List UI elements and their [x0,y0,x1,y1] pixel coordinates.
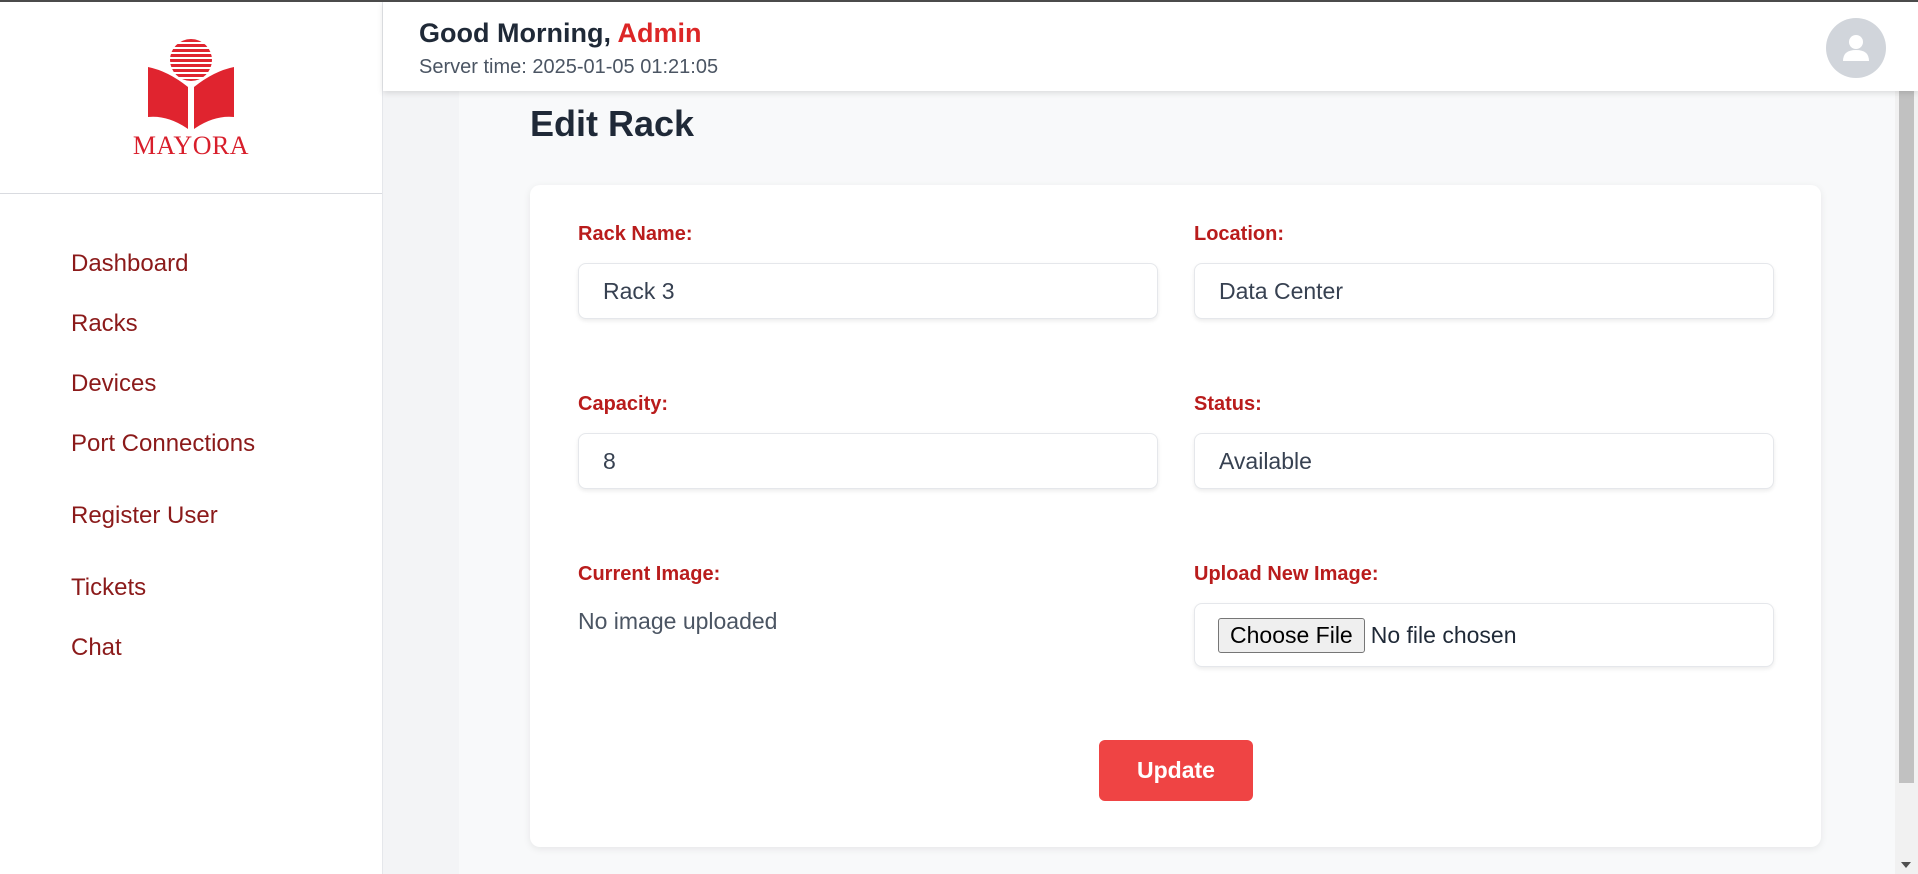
user-name: Admin [617,18,702,48]
sidebar-item-chat[interactable]: Chat [0,630,382,690]
user-avatar[interactable] [1826,18,1886,78]
location-label: Location: [1194,223,1284,245]
sidebar-item-port-connections[interactable]: Port Connections [0,426,382,486]
current-image-value: No image uploaded [578,608,778,634]
upload-image-label: Upload New Image: [1194,563,1379,585]
location-input[interactable]: Data Center [1194,263,1774,319]
greeting-prefix: Good Morning, [419,18,611,48]
top-header: Good Morning, Admin Server time: 2025-01… [383,2,1918,91]
user-avatar-icon [1843,35,1869,61]
page-scrollbar[interactable] [1895,91,1918,874]
server-time: Server time: 2025-01-05 01:21:05 [419,56,719,78]
edit-rack-form: Rack Name: Rack 3 Location: Data Center … [530,185,1821,847]
rack-name-input[interactable]: Rack 3 [578,263,1158,319]
sidebar-item-racks[interactable]: Racks [0,306,382,366]
status-label: Status: [1194,393,1262,415]
scroll-down-arrow-icon[interactable] [1901,862,1911,868]
mayora-logo-icon [148,39,234,129]
logo-area: MAYORA [0,0,382,194]
page-title: Edit Rack [530,103,695,144]
capacity-label: Capacity: [578,393,669,415]
sidebar-item-tickets[interactable]: Tickets [0,558,382,630]
greeting: Good Morning, Admin [419,18,701,49]
sidebar: MAYORA Dashboard Racks Devices Port Conn… [0,0,383,874]
sidebar-item-dashboard[interactable]: Dashboard [0,246,382,306]
file-status-text: No file chosen [1370,621,1517,648]
main-content: Edit Rack Rack Name: Rack 3 Location: Da… [459,91,1895,874]
logo-text: MAYORA [132,131,250,160]
mayora-logo[interactable]: MAYORA [133,37,249,161]
sidebar-item-register-user[interactable]: Register User [0,486,382,558]
update-button[interactable]: Update [1099,740,1253,801]
rack-name-label: Rack Name: [578,223,693,245]
choose-file-button[interactable]: Choose File [1218,617,1365,653]
sidebar-item-devices[interactable]: Devices [0,366,382,426]
status-input[interactable]: Available [1194,433,1774,489]
capacity-input[interactable]: 8 [578,433,1158,489]
upload-image-field: Choose File No file chosen [1194,603,1774,667]
scrollbar-thumb[interactable] [1899,91,1914,783]
current-image-label: Current Image: [578,563,721,585]
sidebar-nav: Dashboard Racks Devices Port Connections… [0,194,382,690]
window-top-border [0,0,1918,2]
